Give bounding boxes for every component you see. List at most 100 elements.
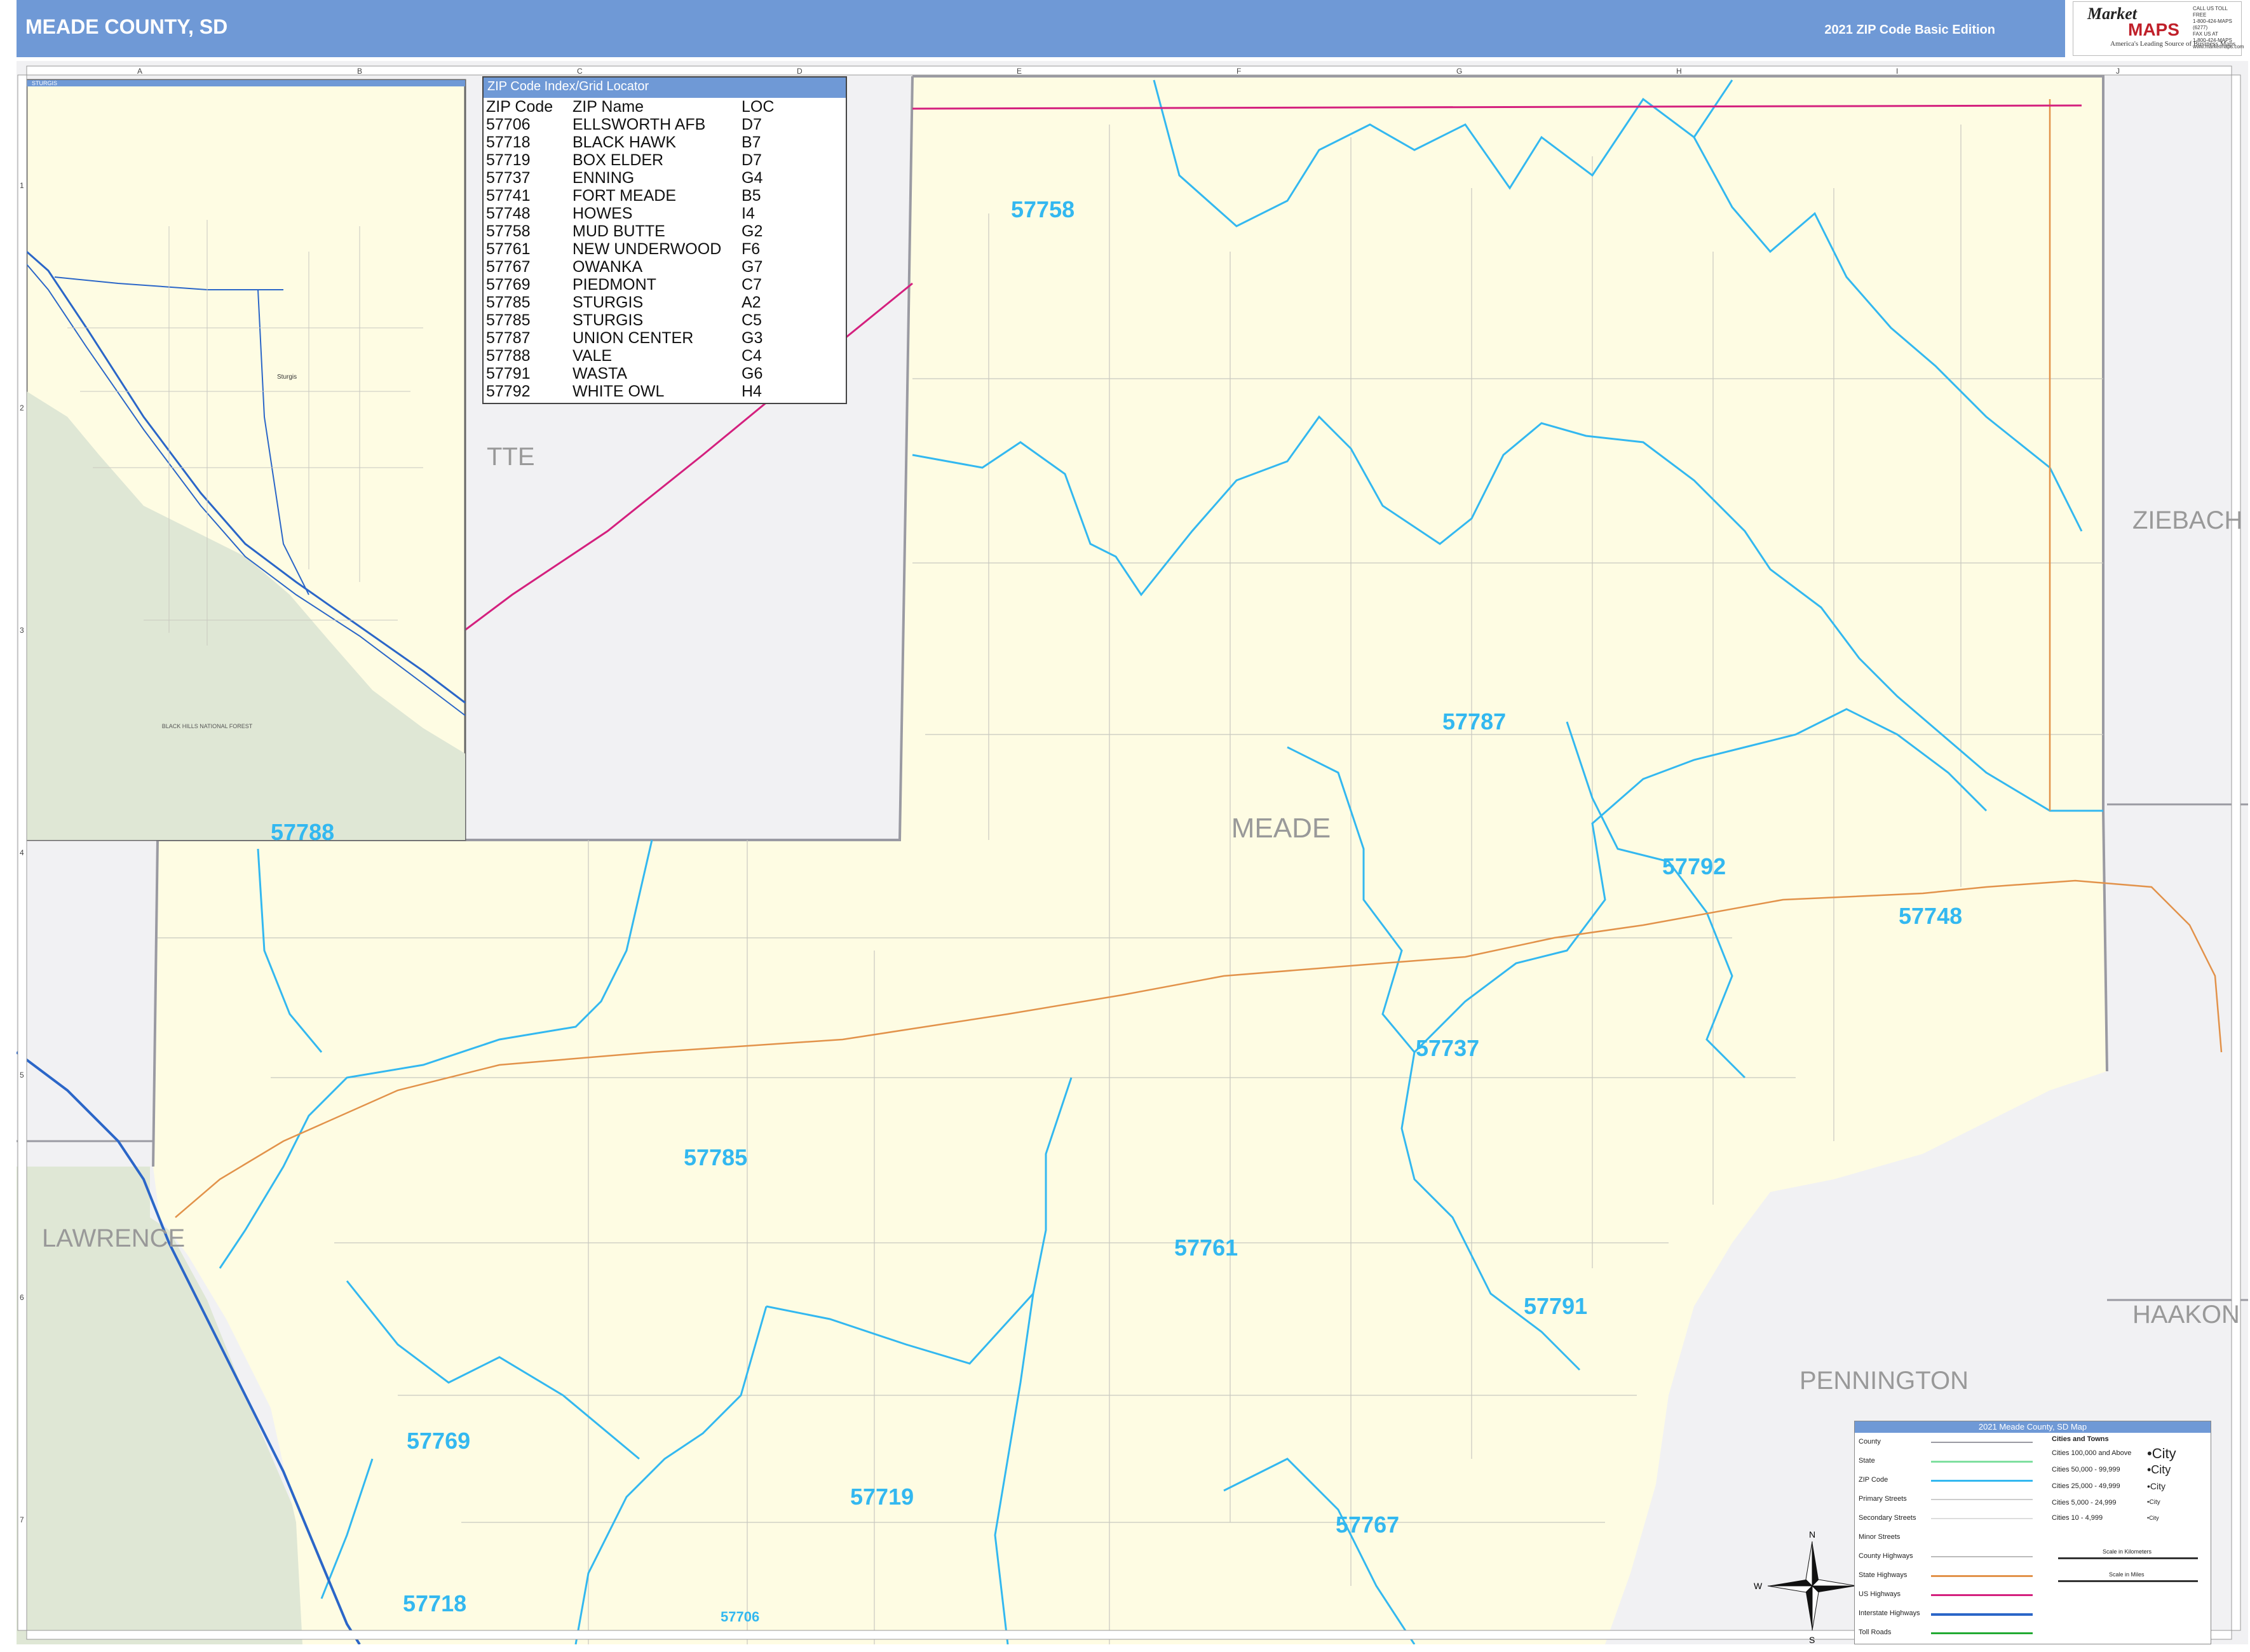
grid-col-i: I [1896,67,1898,76]
table-row: 57767 OWANKA G7 [486,258,776,276]
grid-row-7: 7 [20,1515,24,1524]
zip-code-cell: 57791 [486,365,531,383]
zip-loc-cell: F6 [742,240,761,258]
table-row: 57787 UNION CENTER G3 [486,329,776,347]
zip-name-cell: WHITE OWL [573,383,665,400]
legend-city-sample-3: •City [2147,1481,2166,1491]
zip-index-title: ZIP Code Index/Grid Locator [484,78,846,98]
zip-name-cell: WASTA [573,365,628,383]
legend-city-sample-2: •City [2147,1463,2171,1476]
legend-county-hwy: County Highways [1859,1552,1913,1560]
grid-row-5: 5 [20,1071,24,1080]
county-label-lawrence: LAWRENCE [42,1224,185,1252]
sturgis-inset: STURGIS Sturgis BLACK HILLS NATIONAL FOR… [25,79,466,841]
inset-title: STURGIS [32,80,57,86]
legend-cities-header: Cities and Towns [2052,1435,2109,1443]
zip-name-cell: ENNING [573,169,635,187]
grid-row-4: 4 [20,848,24,857]
zip-label-57748: 57748 [1899,903,1962,929]
grid-col-j: J [2116,67,2120,76]
zip-label-57788: 57788 [271,819,334,845]
legend-line-toll [1931,1632,2033,1634]
grid-col-d: D [797,67,803,76]
zip-code-cell: 57787 [486,329,531,347]
zip-label-57761: 57761 [1174,1235,1238,1261]
legend-line-state [1931,1461,2033,1463]
logo-contact: CALL US TOLL FREE 1-800-424-MAPS (6277) … [2193,6,2244,50]
legend-city-range-2: Cities 50,000 - 99,999 [2052,1466,2120,1473]
legend-title: 2021 Meade County, SD Map [1855,1421,2211,1433]
legend-state: State [1859,1457,1875,1465]
zip-label-57719: 57719 [850,1484,914,1510]
zip-code-cell: 57737 [486,169,531,187]
legend-city-sample-5: •City [2147,1515,2159,1521]
compass-w: W [1754,1581,1763,1591]
zip-name-cell: STURGIS [573,294,644,311]
legend-us-hwy: US Highways [1859,1590,1901,1598]
zip-name-cell: UNION CENTER [573,329,694,347]
table-row: 57748 HOWES I4 [486,205,776,222]
zip-code-cell: 57706 [486,116,531,133]
legend-primary: Primary Streets [1859,1495,1907,1503]
legend-minor: Minor Streets [1859,1533,1901,1541]
legend-zip: ZIP Code [1859,1476,1888,1484]
county-label-pennington: PENNINGTON [1799,1367,1969,1395]
zip-loc-cell: D7 [742,116,762,133]
logo-brand-bottom: MAPS [2128,20,2179,39]
legend-toll: Toll Roads [1859,1628,1892,1636]
zip-label-57718: 57718 [403,1590,466,1616]
inset-forest-label: BLACK HILLS NATIONAL FOREST [162,723,253,729]
table-row: 57719 BOX ELDER D7 [486,151,776,169]
grid-row-1: 1 [20,181,24,190]
grid-col-b: B [357,67,362,76]
legend-city-sample-4: •City [2147,1499,2160,1506]
legend-line-county-hwy [1931,1556,2033,1557]
zip-code-cell: 57761 [486,240,531,258]
zip-loc-cell: C5 [742,311,762,329]
compass-n: N [1809,1529,1815,1540]
grid-col-c: C [577,67,583,76]
zip-loc-cell: G6 [742,365,763,383]
legend-line-county [1931,1442,2033,1443]
map-title: MEADE COUNTY, SD [25,15,228,38]
compass-s: S [1809,1635,1815,1644]
legend-scale-km: Scale in Kilometers [2103,1548,2152,1555]
legend-county: County [1859,1438,1881,1446]
zip-loc-cell: A2 [742,294,761,311]
grid-col-f: F [1237,67,1241,76]
map-header: MEADE COUNTY, SD 2021 ZIP Code Basic Edi… [17,0,2065,57]
table-row: 57706 ELLSWORTH AFB D7 [486,116,776,133]
table-row: 57758 MUD BUTTE G2 [486,222,776,240]
table-row: 57788 VALE C4 [486,347,776,365]
zip-code-cell: 57792 [486,383,531,400]
zip-label-57791: 57791 [1524,1293,1587,1319]
legend-line-zip [1931,1480,2033,1482]
legend-city-range-3: Cities 25,000 - 49,999 [2052,1482,2120,1490]
zip-loc-cell: B7 [742,133,761,151]
legend-city-range-4: Cities 5,000 - 24,999 [2052,1499,2117,1506]
county-label-meade: MEADE [1231,813,1331,844]
zip-name-cell: BLACK HAWK [573,133,677,151]
zip-code-cell: 57719 [486,151,531,169]
table-row: 57791 WASTA G6 [486,365,776,383]
grid-col-a: A [137,67,142,76]
scale-bar-mi [2058,1580,2198,1582]
legend-city-sample-1: •City [2147,1446,2176,1461]
zip-loc-cell: D7 [742,151,762,169]
zip-name-cell: OWANKA [573,258,643,276]
legend-line-us-hwy [1931,1594,2033,1596]
table-row: 57761 NEW UNDERWOOD F6 [486,240,776,258]
zip-code-cell: 57758 [486,222,531,240]
zip-label-57767: 57767 [1336,1512,1399,1538]
county-map[interactable]: STURGIS Sturgis BLACK HILLS NATIONAL FOR… [17,61,2248,1644]
zip-index-table: ZIP Code ZIP Name LOC 57706 ELLSWORTH AFB… [486,98,776,400]
grid-col-g: G [1456,67,1462,76]
zip-loc-cell: G2 [742,222,763,240]
market-maps-logo: Market MAPS America's Leading Source of … [2073,1,2244,56]
county-label-haakon: HAAKON [2132,1301,2240,1329]
zip-index-header-row: ZIP Code ZIP Name LOC [486,98,776,116]
zip-code-cell: 57718 [486,133,531,151]
zip-index-panel: ZIP Code Index/Grid Locator ZIP Code ZIP… [482,76,847,404]
zip-name-cell: STURGIS [573,311,644,329]
zip-loc-cell: I4 [742,205,755,222]
